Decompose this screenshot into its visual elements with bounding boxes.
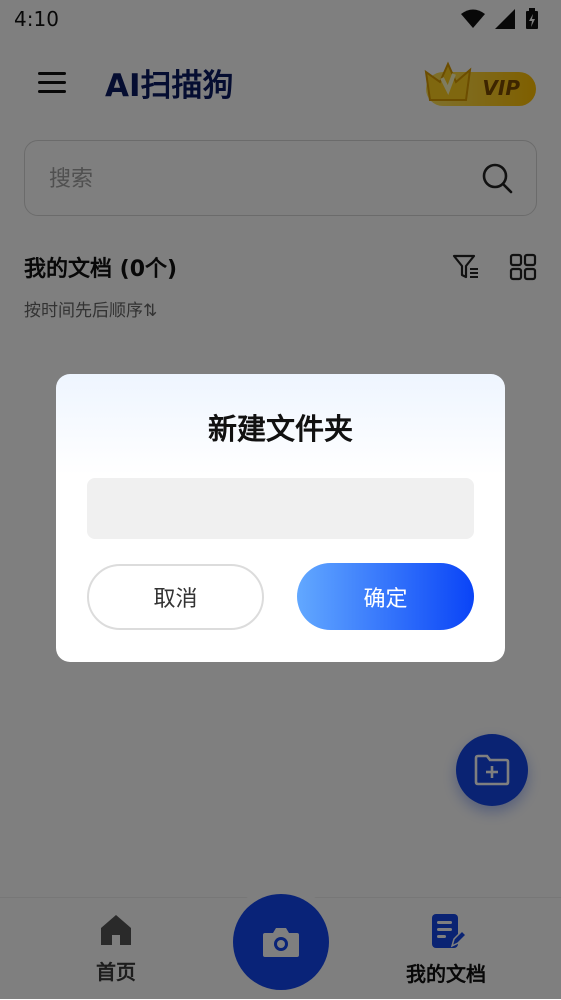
dialog-title: 新建文件夹 <box>207 412 353 446</box>
cancel-button[interactable]: 取消 <box>87 564 264 630</box>
folder-name-input[interactable] <box>87 478 474 539</box>
new-folder-dialog: 新建文件夹 取消 确定 <box>56 374 505 662</box>
confirm-button[interactable]: 确定 <box>297 563 474 630</box>
